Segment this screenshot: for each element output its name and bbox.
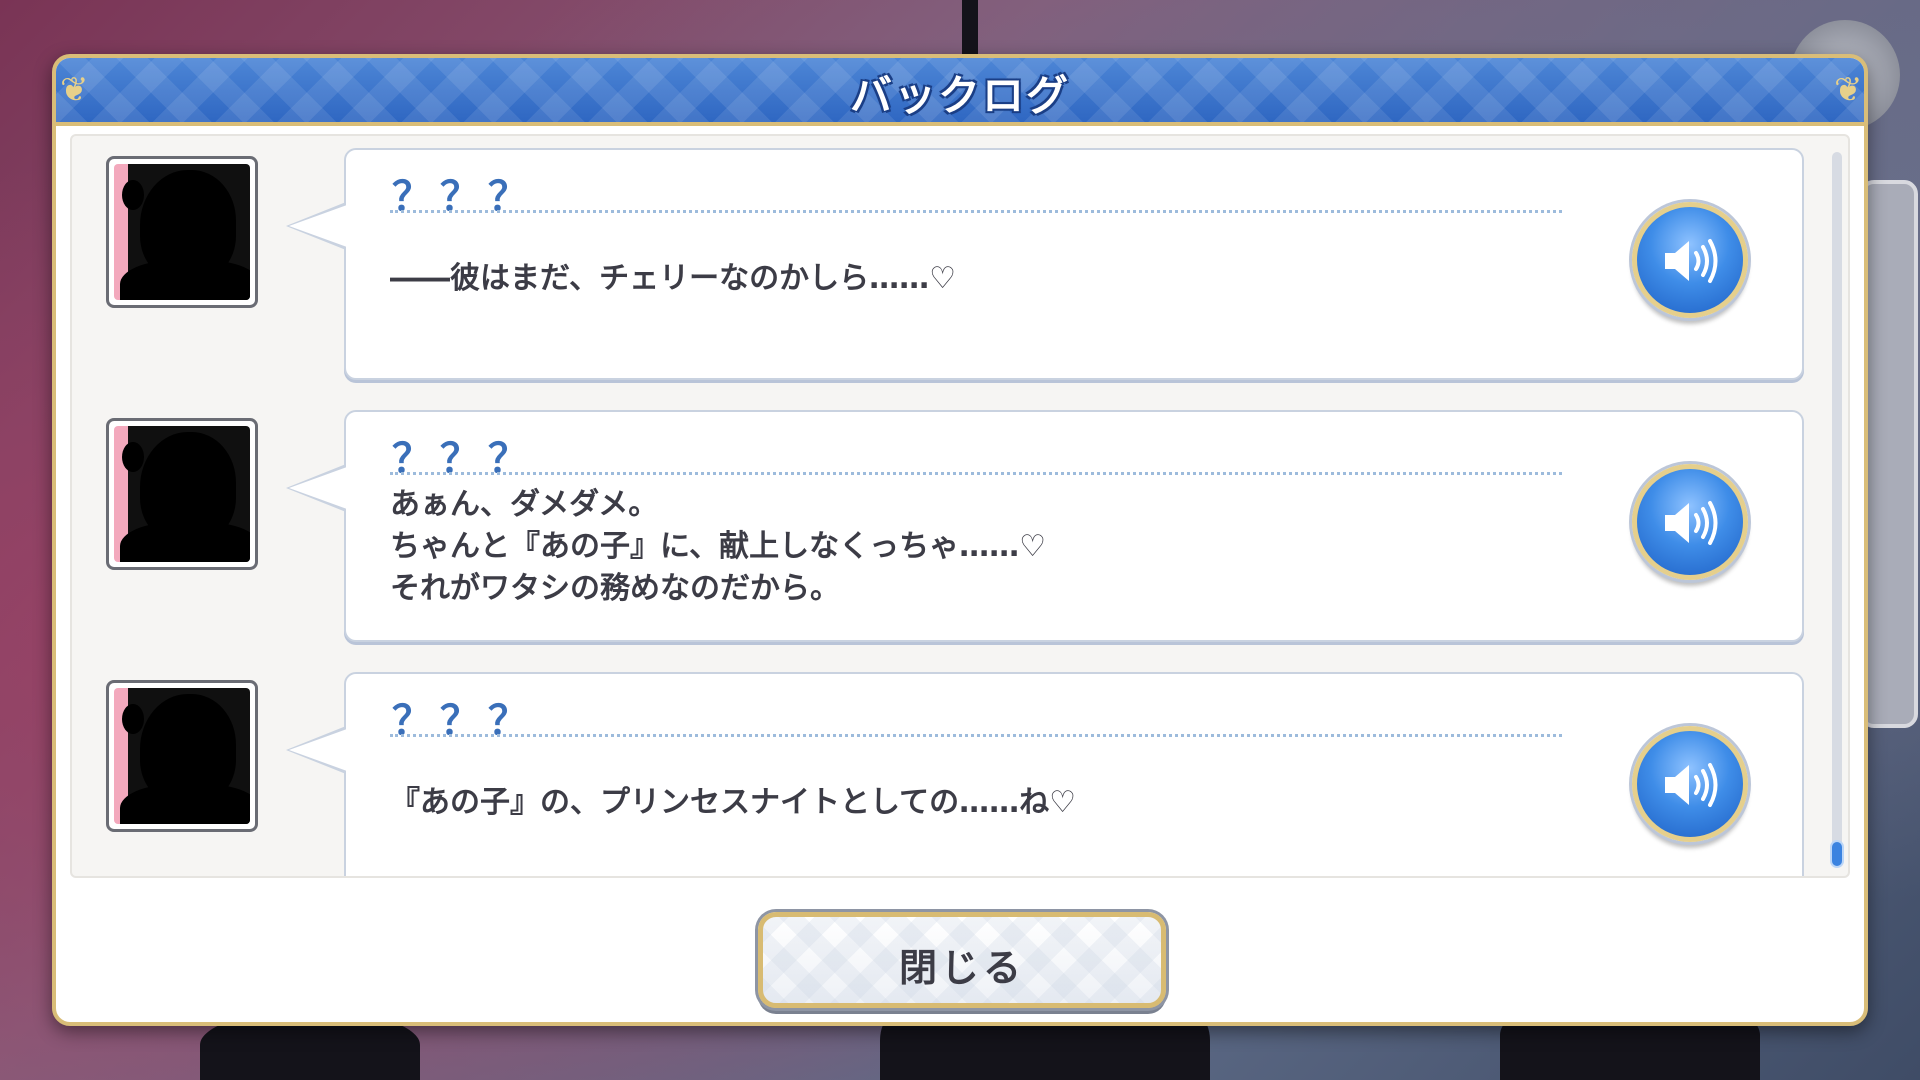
bubble-tail [286, 464, 347, 512]
character-portrait [106, 680, 258, 832]
ornament-icon: ❦ [1834, 70, 1863, 110]
bubble-tail [286, 726, 347, 774]
silhouette-icon [114, 426, 250, 562]
speaker-volume-icon [1665, 763, 1718, 807]
speaker-name: ？？？ [392, 436, 536, 482]
voice-replay-button[interactable] [1632, 726, 1748, 842]
backlog-entry: ？？？ 『あの子』の、プリンセスナイトとしての……ね♡ [72, 672, 1804, 876]
dialog-header: ❦ バックログ ❦ [56, 58, 1864, 126]
character-portrait [106, 418, 258, 570]
close-button-label: 閉じる [898, 946, 1025, 990]
voice-replay-button[interactable] [1632, 464, 1748, 580]
dialogue-text: 『あの子』の、プリンセスナイトとしての……ね♡ [390, 785, 1076, 820]
speaker-volume-icon [1665, 239, 1718, 283]
bubble-tail [286, 202, 347, 250]
backlog-list[interactable]: ？？？ ――彼はまだ、チェリーなのかしら……♡ ？？？ あぁん、ダメダメ。 ちゃ… [70, 134, 1850, 878]
backlog-dialog: ❦ バックログ ❦ ？？？ ――彼はまだ、チェリーなのかしら……♡ ？？？ あぁ… [52, 54, 1868, 1026]
divider [390, 472, 1562, 475]
backlog-entry: ？？？ ――彼はまだ、チェリーなのかしら……♡ [72, 148, 1804, 384]
divider [390, 210, 1562, 213]
background-silhouette [962, 0, 978, 60]
dialogue-bubble: ？？？ ――彼はまだ、チェリーなのかしら……♡ [286, 148, 1804, 380]
silhouette-icon [114, 164, 250, 300]
speaker-volume-icon [1665, 501, 1718, 545]
backlog-entry: ？？？ あぁん、ダメダメ。 ちゃんと『あの子』に、献上しなくっちゃ……♡ それが… [72, 410, 1804, 646]
dialogue-bubble: ？？？ あぁん、ダメダメ。 ちゃんと『あの子』に、献上しなくっちゃ……♡ それが… [286, 410, 1804, 642]
dialog-title: バックログ [849, 71, 1070, 120]
dialogue-text: あぁん、ダメダメ。 ちゃんと『あの子』に、献上しなくっちゃ……♡ それがワタシの… [390, 487, 1046, 606]
divider [390, 734, 1562, 737]
speaker-name: ？？？ [392, 698, 536, 744]
dialogue-bubble: ？？？ 『あの子』の、プリンセスナイトとしての……ね♡ [286, 672, 1804, 876]
silhouette-icon [114, 688, 250, 824]
scrollbar-track[interactable] [1830, 152, 1844, 868]
speaker-name: ？？？ [392, 174, 536, 220]
close-button[interactable]: 閉じる [758, 912, 1166, 1008]
voice-replay-button[interactable] [1632, 202, 1748, 318]
background-side-panel [1860, 180, 1918, 728]
character-portrait [106, 156, 258, 308]
dialogue-text: ――彼はまだ、チェリーなのかしら……♡ [390, 261, 956, 296]
scrollbar-thumb[interactable] [1830, 840, 1844, 868]
